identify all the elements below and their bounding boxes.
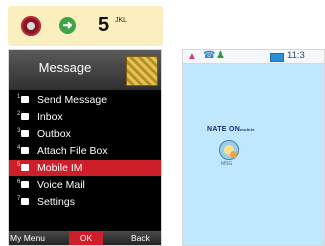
outbox-icon [21,130,29,137]
send-icon[interactable]: ➜ [59,17,76,34]
menu-item-label: Voice Mail [37,179,85,191]
send-message-icon [21,96,29,103]
status-time: 11:3 [287,50,305,61]
signal-icon: ▲ [187,51,197,62]
menu-item-outbox[interactable]: 3 Outbox [9,126,161,142]
battery-icon [270,53,284,62]
call-icon: ☎ [203,50,216,61]
message-menu: 1 Send Message 2 Inbox 3 Outbox 4 Attach… [9,92,161,211]
attach-file-icon [21,147,29,154]
menu-item-mobile-im[interactable]: 5 Mobile IM [9,160,161,176]
key-strip: ➜ 5 JKL [8,6,163,46]
menu-item-inbox[interactable]: 2 Inbox [9,109,161,125]
inbox-icon [21,113,29,120]
menu-item-label: Inbox [37,111,63,123]
nate-on-logo: NATE ONmobile [207,126,255,133]
ok-softkey[interactable]: OK [69,231,103,245]
mobile-im-icon [21,164,29,171]
five-key-label[interactable]: 5 [98,14,109,37]
mobile-im-screen: ▲ ☎ ♟ 11:3 NATE ONmobile MSG [182,49,325,246]
buddy-icon [219,140,239,160]
person-icon: ♟ [216,50,225,61]
menu-item-label: Send Message [37,94,108,106]
logo-main: NATE ON [207,126,241,133]
menu-item-attach-file-box[interactable]: 4 Attach File Box [9,143,161,159]
softkey-bar: My Menu OK Back [9,231,161,245]
logo-sub: mobile [240,127,255,132]
message-screen: Message 1 Send Message 2 Inbox 3 Outbox … [8,49,162,246]
menu-item-settings[interactable]: 7 Settings [9,194,161,210]
back-softkey[interactable]: Back [131,233,150,243]
buddy-caption: MSG [221,161,233,167]
menu-item-voice-mail[interactable]: 6 Voice Mail [9,177,161,193]
five-key-sub-label: JKL [115,17,128,24]
menu-item-label: Mobile IM [37,162,83,174]
screen-header: Message [9,50,161,90]
envelope-icon [126,56,158,86]
menu-item-label: Outbox [37,128,71,140]
my-menu-softkey[interactable]: My Menu [10,233,45,243]
screen-title: Message [38,60,92,75]
end-call-icon[interactable] [21,16,41,36]
settings-icon [21,198,29,205]
status-bar: ▲ ☎ ♟ 11:3 [183,50,324,64]
voice-mail-icon [21,181,29,188]
menu-item-label: Settings [37,196,75,208]
menu-item-send-message[interactable]: 1 Send Message [9,92,161,108]
menu-item-label: Attach File Box [37,145,108,157]
